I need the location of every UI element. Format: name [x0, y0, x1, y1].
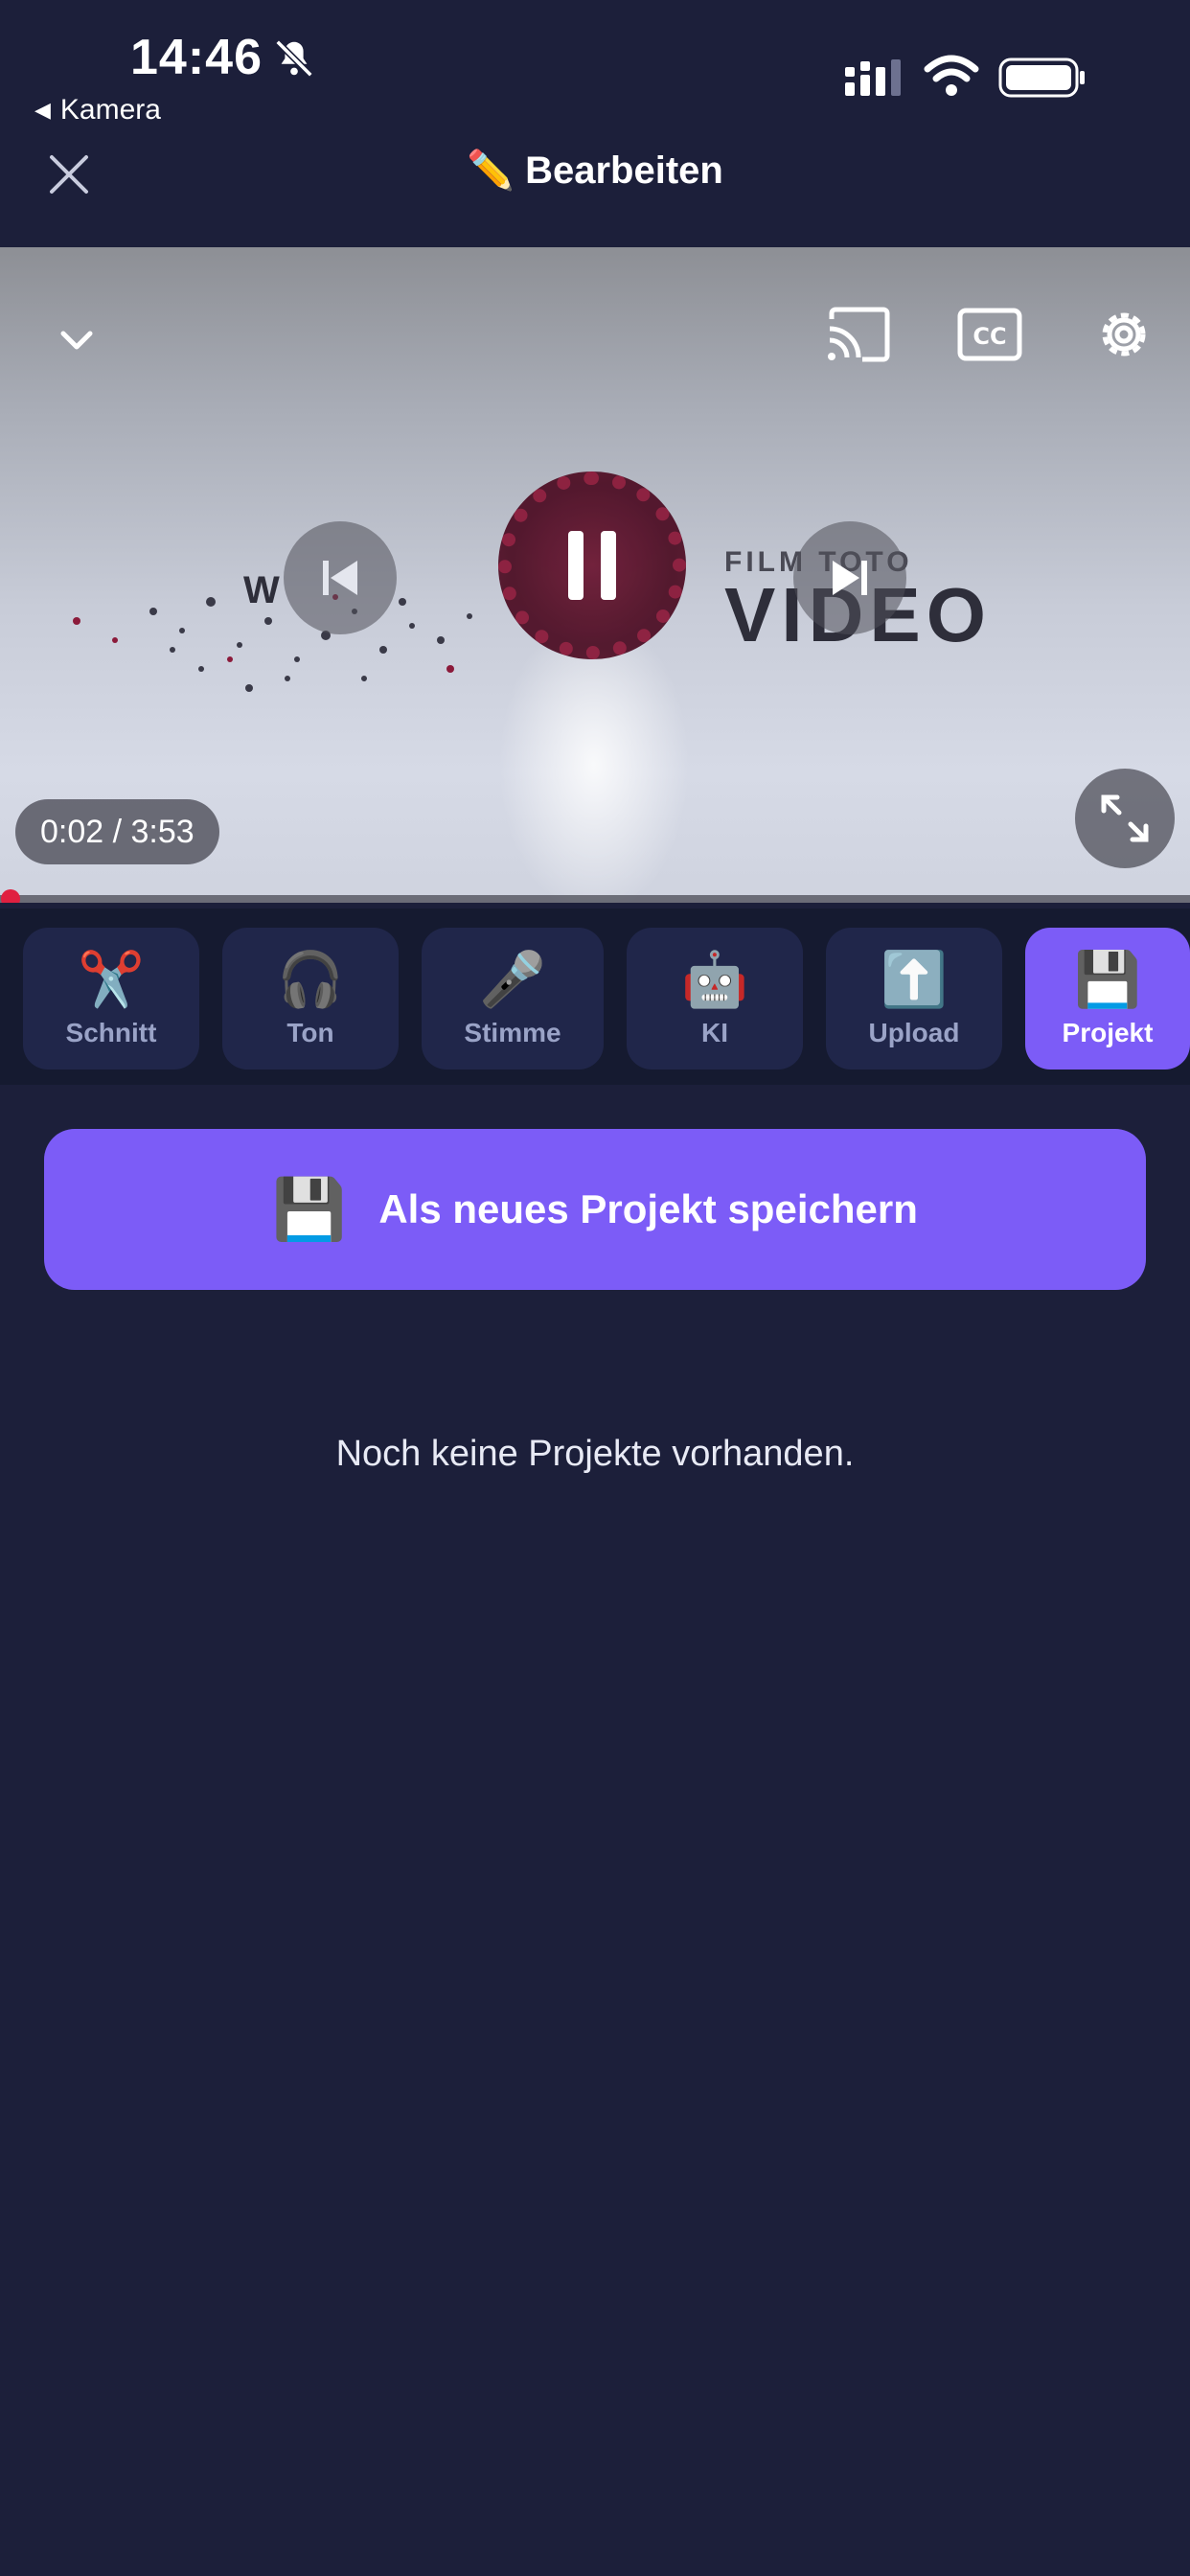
empty-projects-message: Noch keine Projekte vorhanden.: [335, 1434, 855, 1474]
cast-icon: [828, 307, 890, 362]
save-new-project-label: Als neues Projekt speichern: [378, 1186, 918, 1231]
status-time: 14:46: [130, 30, 263, 85]
video-progress-handle[interactable]: [1, 889, 21, 903]
svg-text:CC: CC: [973, 323, 1006, 350]
video-player[interactable]: W FILM TOTO VIDEO CC: [0, 247, 1190, 903]
tab-label: Ton: [286, 1018, 334, 1047]
back-to-app-link[interactable]: ◀ Kamera: [34, 94, 161, 126]
video-brand-left: W: [243, 569, 280, 611]
pause-icon: [568, 531, 616, 600]
collapse-player-button[interactable]: [48, 310, 105, 368]
previous-button[interactable]: [284, 521, 397, 634]
captions-button[interactable]: CC: [954, 299, 1025, 370]
page-title: ✏️ Bearbeiten: [467, 150, 723, 192]
headphones-icon: 🎧: [277, 949, 344, 1009]
signal-icon: [845, 59, 901, 96]
skip-previous-icon: [323, 561, 357, 595]
next-button[interactable]: [793, 521, 906, 634]
fullscreen-icon: [1101, 794, 1149, 842]
tab-label: Upload: [868, 1018, 960, 1047]
tab-upload[interactable]: ⬆️ Upload: [826, 928, 1002, 1070]
tab-label: Schnitt: [65, 1018, 157, 1047]
back-triangle-icon: ◀: [34, 98, 51, 122]
scissors-icon: ✂️: [78, 949, 145, 1009]
tab-ki[interactable]: 🤖 KI: [627, 928, 803, 1070]
microphone-icon: 🎤: [479, 949, 546, 1009]
video-progress-track[interactable]: [0, 889, 1190, 903]
fullscreen-button[interactable]: [1075, 769, 1175, 868]
skip-next-icon: [833, 561, 867, 595]
closed-captions-icon: CC: [957, 308, 1022, 361]
wifi-icon: [924, 55, 979, 96]
back-app-label: Kamera: [59, 94, 161, 126]
settings-button[interactable]: [1088, 299, 1159, 370]
tab-label: Stimme: [464, 1018, 561, 1047]
battery-icon: [998, 58, 1085, 98]
tab-label: KI: [701, 1018, 728, 1047]
tab-stimme[interactable]: 🎤 Stimme: [422, 928, 604, 1070]
floppy-disk-icon: 💾: [272, 1176, 347, 1243]
upload-arrow-icon: ⬆️: [881, 949, 948, 1009]
tab-schnitt[interactable]: ✂️ Schnitt: [23, 928, 199, 1070]
status-bar: 14:46 ◀ Kamera: [0, 0, 1190, 134]
video-time-display: 0:02 / 3:53: [15, 799, 219, 864]
floppy-disk-icon: 💾: [1074, 949, 1141, 1009]
header: ✏️ Bearbeiten: [0, 134, 1190, 240]
cast-button[interactable]: [822, 299, 893, 370]
pause-button[interactable]: [517, 491, 667, 640]
tool-tabs-bar: ✂️ Schnitt 🎧 Ton 🎤 Stimme 🤖 KI ⬆️ Upload…: [0, 908, 1190, 1085]
bell-slash-icon: [275, 39, 313, 78]
chevron-down-icon: [60, 331, 93, 350]
robot-icon: 🤖: [681, 949, 748, 1009]
gear-icon: [1102, 312, 1146, 356]
save-new-project-button[interactable]: 💾 Als neues Projekt speichern: [44, 1129, 1146, 1290]
tab-label: Projekt: [1062, 1018, 1154, 1047]
tab-ton[interactable]: 🎧 Ton: [222, 928, 399, 1070]
tab-projekt[interactable]: 💾 Projekt: [1025, 928, 1190, 1070]
